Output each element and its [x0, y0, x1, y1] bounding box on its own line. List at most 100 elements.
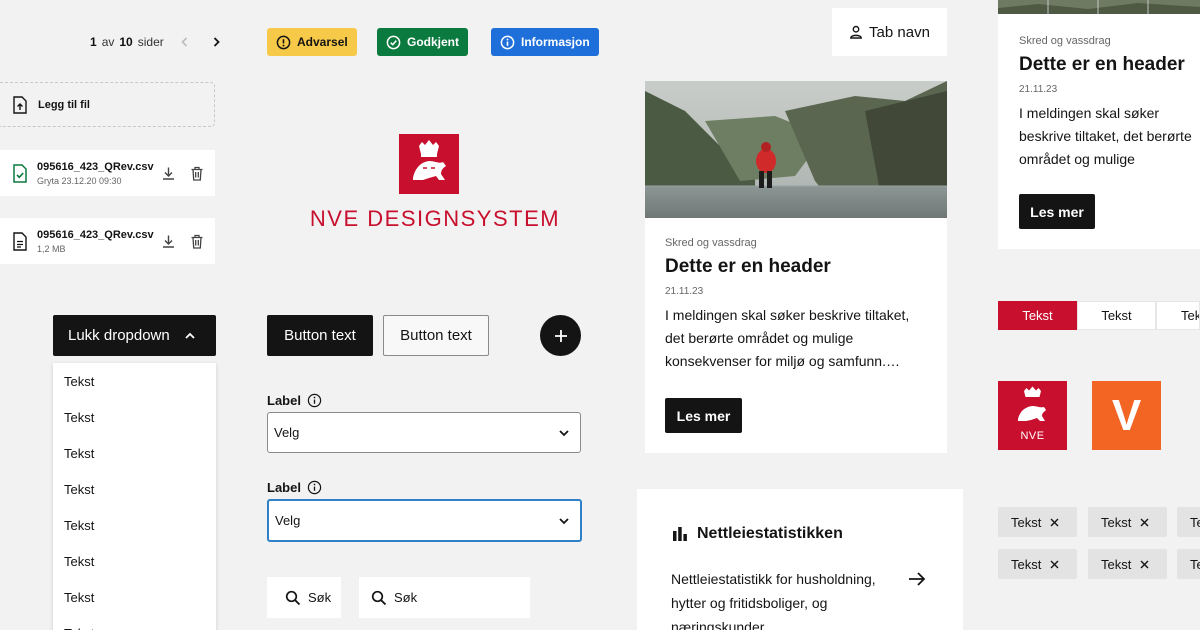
chip: Tekst — [998, 507, 1077, 537]
search-input[interactable]: Søk — [359, 577, 530, 618]
search-label: Søk — [308, 590, 332, 605]
close-icon[interactable] — [1050, 560, 1059, 569]
select-value: Velg — [274, 425, 300, 440]
file-meta: 1,2 MB — [37, 243, 66, 254]
trash-icon[interactable] — [190, 234, 204, 249]
dropdown-item[interactable]: Tekst — [53, 363, 216, 399]
segment-tab[interactable]: Tekst — [1156, 301, 1200, 330]
article-title: Dette er en header — [665, 256, 831, 277]
chip-label: Tekst — [1190, 556, 1200, 572]
segment-tab-active[interactable]: Tekst — [998, 301, 1077, 330]
chip-label: Tekst — [1101, 514, 1132, 530]
chip: Tekst — [1088, 549, 1167, 579]
segment-tab[interactable]: Tekst — [1077, 301, 1156, 330]
dropdown-item[interactable]: Tekst — [53, 435, 216, 471]
trash-icon[interactable] — [190, 166, 204, 181]
dropdown-item[interactable]: Tekst — [53, 543, 216, 579]
primary-button[interactable]: Button text — [267, 315, 373, 356]
article-image-2 — [998, 0, 1200, 14]
info-icon — [500, 35, 515, 49]
article-card-2-body: Skred og vassdrag Dette er en header 21.… — [1019, 35, 1200, 171]
badge-info: Informasjon — [491, 28, 599, 56]
close-icon[interactable] — [1140, 518, 1149, 527]
badge-approved: Godkjent — [377, 28, 469, 56]
pagination-of: av — [101, 35, 115, 49]
pagination: 1 av 10 sider — [90, 32, 226, 52]
chip: Tekst — [1088, 507, 1167, 537]
user-icon — [850, 25, 862, 39]
article-text: I meldingen skal søker beskrive tiltaket… — [1019, 105, 1192, 167]
arrow-right-icon[interactable] — [908, 571, 926, 587]
chip-label: Tekst — [1011, 556, 1042, 572]
file-upload-label: Legg til fil — [38, 98, 90, 111]
v-logo: V — [1092, 381, 1161, 450]
search-icon — [285, 590, 301, 605]
chevron-right-icon[interactable] — [206, 32, 226, 52]
article-category: Skred og vassdrag — [1019, 35, 1111, 47]
info-icon[interactable] — [307, 480, 322, 495]
close-icon[interactable] — [1050, 518, 1059, 527]
info-icon[interactable] — [307, 393, 322, 408]
select-label: Label — [267, 480, 322, 495]
badge-warning-label: Advarsel — [297, 35, 348, 49]
pagination-total: 10 — [119, 35, 133, 49]
select-label-text: Label — [267, 480, 301, 495]
dropdown-item[interactable]: Tekst — [53, 399, 216, 435]
chevron-left-icon[interactable] — [175, 32, 195, 52]
select-field[interactable]: Velg — [267, 412, 581, 453]
dropdown-toggle-label: Lukk dropdown — [68, 327, 170, 344]
download-icon[interactable] — [161, 234, 176, 249]
stats-card-title: Nettleiestatistikken — [672, 525, 843, 543]
chip-label: Tekst — [1011, 514, 1042, 530]
dropdown-toggle-button[interactable]: Lukk dropdown — [53, 315, 216, 356]
article-date: 21.11.23 — [665, 286, 704, 297]
nve-logo: NVE — [998, 381, 1067, 450]
download-icon[interactable] — [161, 166, 176, 181]
file-meta: Gryta 23.12.20 09:30 — [37, 175, 122, 186]
article-category: Skred og vassdrag — [665, 237, 757, 249]
plus-icon — [554, 329, 567, 342]
nve-lion-logo — [399, 134, 459, 194]
search-button[interactable]: Søk — [267, 577, 341, 618]
file-item: 095616_423_QRev.csv 1,2 MB — [0, 218, 215, 264]
chip: Tekst — [1177, 507, 1200, 537]
warning-icon — [276, 35, 291, 49]
file-name: 095616_423_QRev.csv — [37, 228, 154, 241]
select-field-focused[interactable]: Velg — [267, 499, 582, 542]
file-upload-dropzone[interactable]: Legg til fil — [0, 82, 215, 127]
badge-approved-label: Godkjent — [407, 35, 460, 49]
dropdown-item[interactable]: Tekst — [53, 507, 216, 543]
file-name: 095616_423_QRev.csv — [37, 160, 154, 173]
tab-nav-label: Tab navn — [869, 23, 930, 41]
search-icon — [371, 590, 387, 605]
dropdown-item[interactable]: Tekst — [53, 471, 216, 507]
article-image — [645, 81, 947, 218]
select-label: Label — [267, 393, 322, 408]
search-placeholder: Søk — [394, 590, 418, 605]
close-icon[interactable] — [1140, 560, 1149, 569]
read-more-button[interactable]: Les mer — [665, 398, 742, 433]
read-more-button[interactable]: Les mer — [1019, 194, 1095, 229]
dropdown-menu: Tekst Tekst Tekst Tekst Tekst Tekst Teks… — [53, 363, 216, 630]
chip: Tekst — [1177, 549, 1200, 579]
tab-nav-button[interactable]: Tab navn — [832, 8, 947, 56]
article-card-body: Skred og vassdrag Dette er en header 21.… — [665, 237, 930, 373]
pagination-pages: sider — [137, 35, 164, 49]
add-button[interactable] — [540, 315, 581, 356]
stats-title-text: Nettleiestatistikken — [697, 525, 843, 542]
check-circle-icon — [386, 35, 401, 49]
secondary-button[interactable]: Button text — [383, 315, 489, 356]
file-icon — [13, 231, 27, 251]
file-upload-icon — [13, 95, 27, 114]
dropdown-item[interactable]: Tekst — [53, 579, 216, 615]
select-label-text: Label — [267, 393, 301, 408]
stats-card-text: Nettleiestatistikk for husholdning, hytt… — [671, 571, 876, 630]
pagination-current: 1 — [90, 35, 97, 49]
badge-warning: Advarsel — [267, 28, 357, 56]
chevron-down-icon — [559, 517, 569, 524]
article-text: I meldingen skal søker beskrive tiltaket… — [665, 307, 910, 369]
brand-title: NVE DESIGNSYSTEM — [309, 206, 561, 231]
select-value: Velg — [275, 513, 301, 528]
file-item: 095616_423_QRev.csv Gryta 23.12.20 09:30 — [0, 150, 215, 196]
dropdown-item[interactable]: Tekst — [53, 615, 216, 630]
